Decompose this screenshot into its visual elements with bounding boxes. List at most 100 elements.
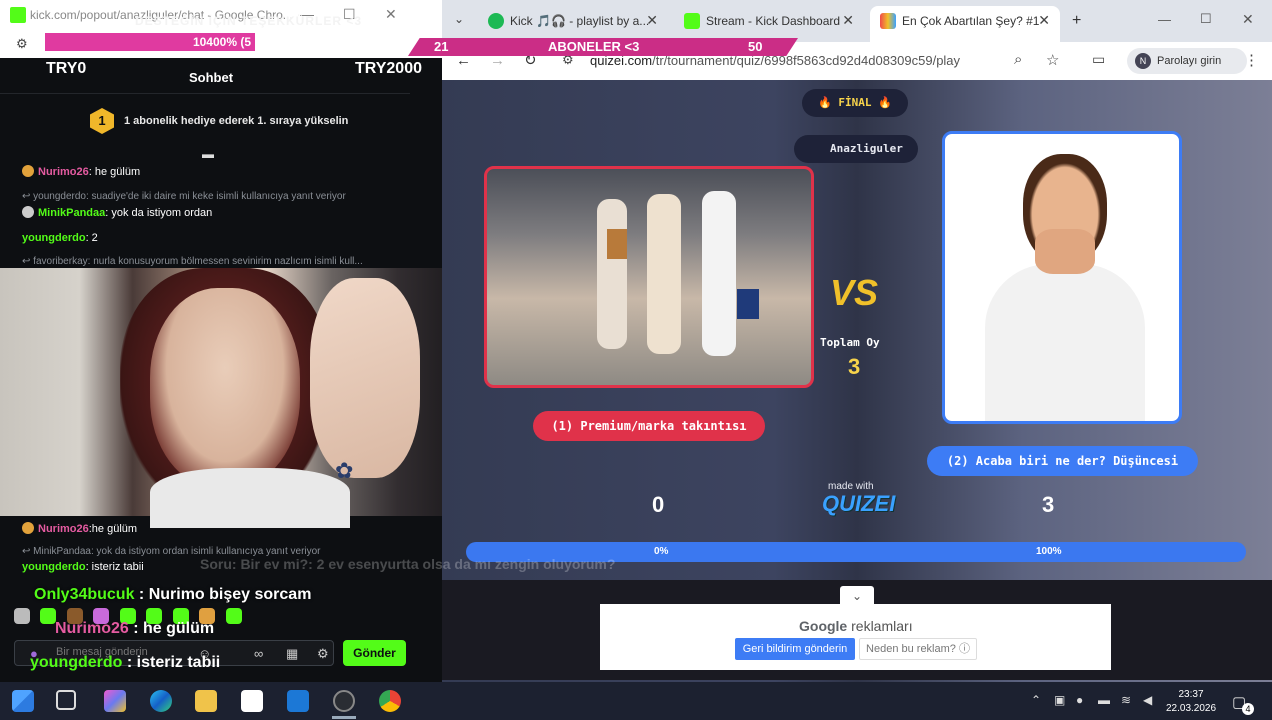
emote-icon[interactable] — [225, 608, 242, 624]
outlook-icon[interactable] — [287, 690, 309, 712]
goal-left-amount: TRY0 — [46, 60, 87, 77]
close-icon[interactable]: ✕ — [1242, 11, 1254, 28]
webcam-person-shirt — [150, 468, 350, 528]
cast-icon[interactable]: ▭ — [1092, 51, 1105, 68]
chat-reply: ↩ youngderdo: suadiye'de iki daire mi ke… — [22, 191, 346, 202]
sub-goal-current: 21 — [434, 39, 449, 54]
obs-icon[interactable] — [333, 690, 355, 712]
maximize-icon[interactable]: ☐ — [1200, 11, 1212, 27]
chat-text: : 2 — [85, 232, 98, 244]
volume-icon[interactable]: ◀ — [1143, 693, 1152, 707]
sub-gift-banner[interactable]: 1 1 abonelik hediye ederek 1. sıraya yük… — [90, 108, 410, 134]
sub-goal-label: ABONELER <3 — [548, 39, 640, 54]
clock-date: 22.03.2026 — [1166, 703, 1217, 714]
emote-icon — [22, 206, 34, 218]
tab-kick-dashboard[interactable]: Stream - Kick Dashboard ✕ — [674, 6, 864, 36]
task-view-icon[interactable] — [56, 690, 76, 710]
shopper-figure — [647, 194, 681, 354]
chat-reply: ↩ favoriberkay: nurla konusuyorum bölmes… — [22, 256, 363, 267]
new-tab-icon[interactable]: + — [1072, 12, 1081, 30]
edge-icon[interactable] — [150, 690, 172, 712]
goal-right-amount: TRY2000 — [355, 60, 422, 77]
close-tab-icon[interactable]: ✕ — [646, 12, 658, 29]
option1-image[interactable] — [484, 166, 814, 388]
password-chip-label: Parolayı girin — [1157, 55, 1222, 67]
copilot-icon[interactable] — [104, 690, 126, 712]
minimize-icon[interactable]: — — [1158, 12, 1171, 27]
tab-search-icon[interactable]: ⌄ — [454, 12, 464, 26]
settings-icon[interactable]: ⚙ — [317, 646, 329, 662]
store-icon[interactable] — [241, 690, 263, 712]
creator-link[interactable]: Anazliguler — [794, 135, 918, 163]
chat-message: youngderdo: 2 — [22, 232, 98, 244]
microphone-icon[interactable]: ● — [1076, 693, 1083, 707]
tray-chevron-icon[interactable]: ⌃ — [1031, 693, 1041, 707]
reply-icon: ↩ — [22, 191, 34, 202]
tattoo-icon: ✿ — [335, 458, 354, 483]
chat-message: Nurimo26: he gülüm — [22, 165, 140, 178]
overlay-text: : Nurimo bişey sorcam — [134, 586, 312, 603]
tab-label: Kick 🎵🎧 - playlist by a... — [510, 14, 650, 28]
kick-chat-popout: kick.com/popout/anazliguler/chat - Googl… — [0, 0, 442, 682]
infinity-icon[interactable]: ∞ — [254, 646, 263, 661]
webcam-person-hand — [310, 278, 420, 478]
webcam-feed: ✿ — [0, 268, 442, 528]
kick-logo-icon — [684, 13, 700, 29]
bookmark-star-icon[interactable]: ☆ — [1046, 51, 1059, 69]
pinned-collapse-icon[interactable]: ▬ — [202, 147, 216, 161]
chat-username[interactable]: youngderdo — [22, 561, 86, 573]
emote-icon — [22, 522, 34, 534]
close-tab-icon[interactable]: ✕ — [1038, 12, 1050, 29]
file-explorer-icon[interactable] — [195, 690, 217, 712]
subscriber-goal-bar: 21 ABONELER <3 50 — [408, 38, 798, 56]
close-icon[interactable]: ✕ — [385, 6, 397, 23]
chat-username[interactable]: Nurimo26 — [38, 166, 89, 178]
total-votes-value: 3 — [848, 354, 861, 379]
rank-badge: 1 — [90, 108, 114, 134]
ad-collapse-button[interactable]: ⌄ — [840, 586, 874, 606]
option2-votes: 3 — [1042, 492, 1055, 517]
chat-text: : he gülüm — [88, 166, 141, 178]
chat-username[interactable]: youngderdo — [22, 232, 86, 244]
taskbar-clock[interactable]: 23:37 22.03.2026 — [1166, 688, 1216, 716]
option2-button[interactable]: (2) Acaba biri ne der? Düşüncesi — [927, 446, 1198, 476]
reply-text: youngderdo: suadiye'de iki daire mi keke… — [33, 191, 346, 202]
ad-feedback-button[interactable]: Geri bildirim gönderin — [735, 638, 855, 660]
profile-icon: N — [1135, 53, 1151, 69]
chat-message: MinikPandaa: yok da istiyom ordan — [22, 206, 212, 219]
overlay-username: youngderdo — [30, 654, 123, 671]
sub-banner-text: 1 abonelik hediye ederek 1. sıraya yükse… — [124, 115, 349, 127]
webcam-person-face — [150, 288, 300, 488]
donation-title: DESTEĞİN İÇİN TEŞEKKÜRLER <3 — [135, 14, 363, 28]
battery-icon[interactable]: ▬ — [1098, 693, 1110, 707]
chat-username[interactable]: MinikPandaa — [38, 207, 105, 219]
wifi-icon[interactable]: ≋ — [1121, 693, 1131, 707]
emote-icon — [22, 165, 34, 177]
site-settings-icon[interactable]: ⚙ — [16, 36, 28, 52]
start-icon[interactable] — [12, 690, 34, 712]
password-chip[interactable]: N Parolayı girin — [1127, 48, 1247, 74]
chat-tab-label: Sohbet — [189, 70, 234, 85]
tab-label: Stream - Kick Dashboard — [706, 14, 841, 28]
tray-device-icon[interactable]: ▣ — [1054, 693, 1065, 707]
chat-username[interactable]: Nurimo26 — [38, 523, 89, 535]
ad-why-button[interactable]: Neden bu reklam? ⓘ — [859, 638, 977, 660]
shopper-figure — [702, 191, 736, 356]
option1-button[interactable]: (1) Premium/marka takıntısı — [533, 411, 765, 441]
tab-quizei-active[interactable]: En Çok Abartılan Şey? #1 ✕ — [870, 6, 1060, 42]
tab-spotify[interactable]: Kick 🎵🎧 - playlist by a... ✕ — [478, 6, 668, 36]
shopping-bag — [607, 229, 627, 259]
option2-image[interactable] — [942, 131, 1182, 424]
chrome-icon[interactable] — [379, 690, 401, 712]
chat-message: Nurimo26:he gülüm — [22, 522, 137, 535]
send-button[interactable]: Gönder — [343, 640, 406, 666]
store-icon[interactable]: ▦ — [286, 646, 298, 662]
reply-text: favoriberkay: nurla konusuyorum bölmesse… — [33, 256, 363, 267]
reply-icon: ↩ — [22, 256, 34, 267]
option1-votes: 0 — [652, 492, 665, 517]
chat-message: youngderdo: isteriz tabii — [22, 561, 144, 573]
close-tab-icon[interactable]: ✕ — [842, 12, 854, 29]
zoom-icon[interactable]: ⌕ — [1014, 51, 1022, 68]
quizei-logo[interactable]: QUIZEI — [822, 491, 895, 517]
man-hands — [1035, 229, 1095, 274]
